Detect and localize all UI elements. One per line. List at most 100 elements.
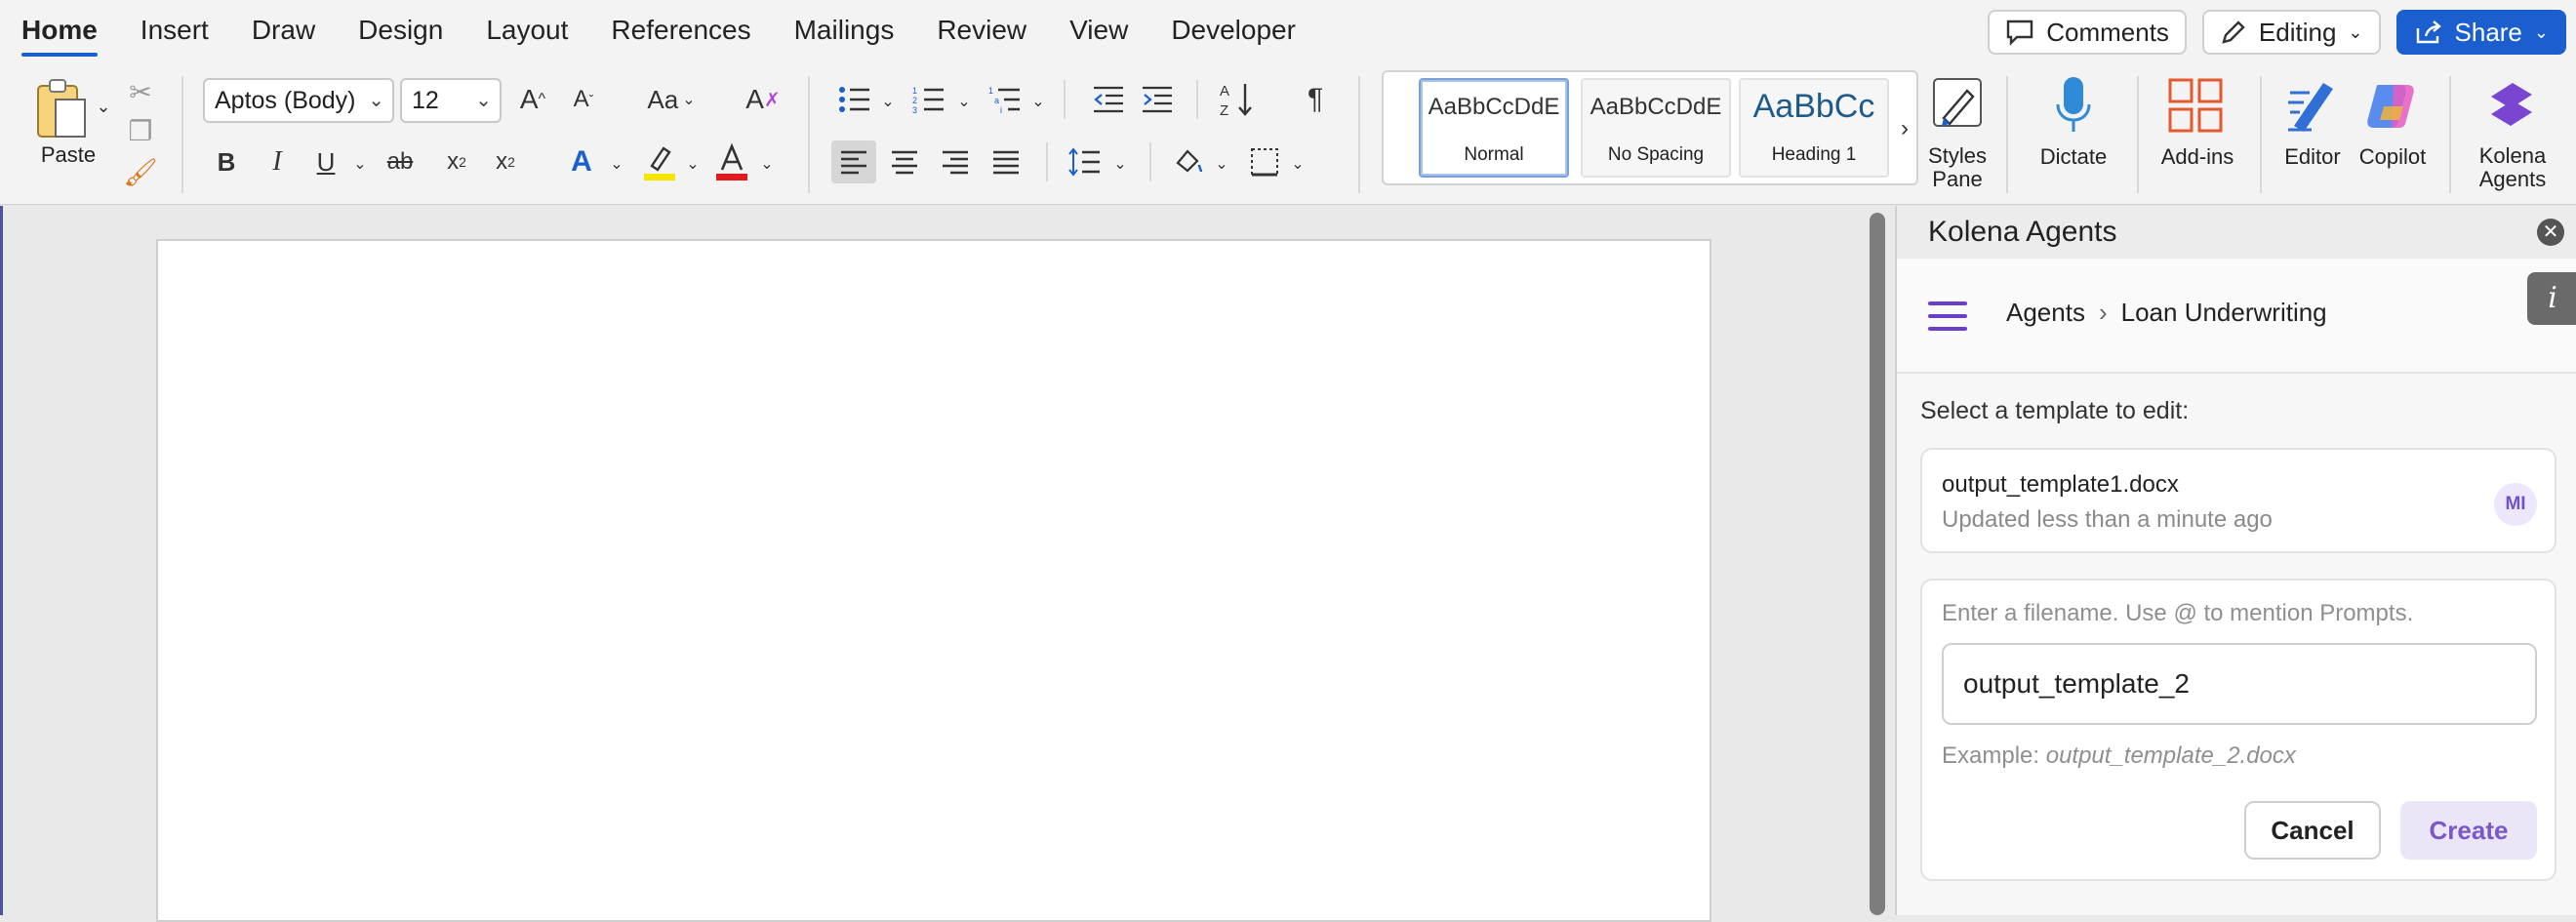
chevron-right-icon[interactable]: › [1895,111,1914,146]
highlight-icon[interactable] [640,142,679,181]
comments-button[interactable]: Comments [1988,10,2187,55]
text-effects-icon[interactable]: A [562,144,601,180]
show-formatting-marks-icon[interactable]: ¶ [1298,80,1333,119]
top-actions: Comments Editing ⌄ Share ⌄ [1988,10,2566,55]
chevron-down-icon: ⌄ [2348,21,2363,42]
bold-icon[interactable]: B [209,144,244,180]
strikethrough-icon[interactable]: ab [381,144,420,180]
tab-view[interactable]: View [1069,0,1128,60]
divider [1149,142,1151,181]
breadcrumb-bar: Agents › Loan Underwriting i [1897,259,2576,374]
chevron-down-icon[interactable]: ⌄ [605,146,628,181]
example-value: output_template_2.docx [2045,742,2296,769]
chevron-down-icon[interactable]: ⌄ [755,146,779,181]
template-file-name: output_template1.docx [1942,471,2179,498]
font-size-select[interactable]: 12 ⌄ [400,78,502,123]
document-scrollbar[interactable] [1870,213,1885,915]
filename-input[interactable] [1942,643,2537,725]
kolena-agents-icon[interactable] [2482,76,2541,135]
divider [1064,80,1066,119]
style-heading-1[interactable]: AaBbCc Heading 1 [1739,78,1889,178]
ribbon: Home Insert Draw Design Layout Reference… [0,0,2576,205]
chevron-down-icon[interactable]: ⌄ [1108,146,1132,181]
decrease-indent-icon[interactable] [1089,80,1128,119]
tab-insert[interactable]: Insert [141,0,209,60]
font-color-icon[interactable] [712,142,751,181]
style-normal[interactable]: AaBbCcDdE Normal [1419,78,1569,178]
chevron-down-icon[interactable]: ⌄ [1286,146,1309,181]
tab-references[interactable]: References [611,0,750,60]
chevron-down-icon[interactable]: ⌄ [876,84,900,119]
paste-dropdown-icon[interactable]: ⌄ [94,92,113,121]
styles-gallery: AaBbCcDdE Normal AaBbCcDdE No Spacing Aa… [1382,70,1918,185]
style-sample: AaBbCc [1752,88,1875,125]
chevron-down-icon[interactable]: ⌄ [952,84,976,119]
tab-developer[interactable]: Developer [1171,0,1296,60]
cut-icon[interactable]: ✂ [123,74,158,109]
italic-icon[interactable]: I [260,144,295,180]
grow-font-icon[interactable]: A ^ [513,80,552,119]
underline-icon[interactable]: U [308,144,343,180]
comments-label: Comments [2046,17,2169,47]
add-ins-icon[interactable] [2166,76,2225,135]
template-list-item[interactable]: output_template1.docx Updated less than … [1920,448,2556,553]
info-icon[interactable]: i [2527,272,2576,325]
paste-button[interactable] [27,74,96,142]
tab-mailings[interactable]: Mailings [794,0,895,60]
select-template-label: Select a template to edit: [1920,397,2190,424]
justify-icon[interactable] [984,140,1028,183]
chevron-down-icon[interactable]: ⌄ [1210,146,1233,181]
breadcrumb: Agents › Loan Underwriting [2006,298,2327,328]
multilevel-list-icon[interactable]: 1ai [986,80,1025,119]
change-case-icon[interactable]: Aa ⌄ [642,80,701,119]
copilot-icon[interactable] [2363,76,2422,135]
increase-indent-icon[interactable] [1138,80,1177,119]
share-button[interactable]: Share ⌄ [2395,10,2566,55]
window-edge [0,206,3,915]
document-page[interactable] [156,239,1711,922]
tab-layout[interactable]: Layout [486,0,568,60]
bullets-icon[interactable] [835,80,874,119]
font-family-select[interactable]: Aptos (Body) ⌄ [203,78,394,123]
breadcrumb-agents[interactable]: Agents [2006,298,2085,328]
close-icon[interactable]: ✕ [2537,219,2564,246]
format-painter-icon[interactable]: 🖌 [123,154,158,189]
tab-design[interactable]: Design [358,0,443,60]
clear-formatting-icon[interactable]: A ✗ [744,80,783,119]
chevron-down-icon[interactable]: ⌄ [347,146,373,181]
styles-pane-icon[interactable] [1930,74,1985,133]
borders-icon[interactable] [1245,142,1284,181]
style-no-spacing[interactable]: AaBbCcDdE No Spacing [1581,78,1731,178]
svg-text:a: a [994,96,999,105]
divider [1358,76,1360,193]
chevron-down-icon[interactable]: ⌄ [1026,84,1050,119]
editor-icon[interactable] [2283,76,2342,135]
copy-icon[interactable]: ❐ [123,113,158,148]
chevron-down-icon[interactable]: ⌄ [681,146,704,181]
style-sample: AaBbCcDdE [1428,94,1560,120]
hamburger-menu-icon[interactable] [1928,301,1967,331]
paste-label: Paste [40,142,97,167]
shrink-font-icon[interactable]: Aˇ [564,80,603,119]
sort-icon[interactable]: AZ [1218,78,1257,121]
shading-icon[interactable] [1169,142,1208,181]
align-right-icon[interactable] [933,140,978,183]
editing-mode-button[interactable]: Editing ⌄ [2201,10,2381,55]
pencil-icon [2222,20,2245,44]
microphone-icon[interactable] [2047,74,2100,137]
numbering-icon[interactable]: 123 [909,80,948,119]
create-button[interactable]: Create [2400,801,2537,860]
comment-icon [2007,20,2033,46]
line-spacing-icon[interactable] [1066,142,1105,181]
tab-home[interactable]: Home [21,0,98,60]
share-icon [2416,20,2441,44]
divider [181,76,183,193]
tab-review[interactable]: Review [937,0,1026,60]
superscript-icon[interactable]: x2 [488,144,523,180]
align-center-icon[interactable] [882,140,927,183]
tab-draw[interactable]: Draw [252,0,315,60]
cancel-button[interactable]: Cancel [2244,801,2381,860]
align-left-icon[interactable] [831,140,876,183]
svg-text:2: 2 [912,96,917,105]
subscript-icon[interactable]: x2 [439,144,474,180]
